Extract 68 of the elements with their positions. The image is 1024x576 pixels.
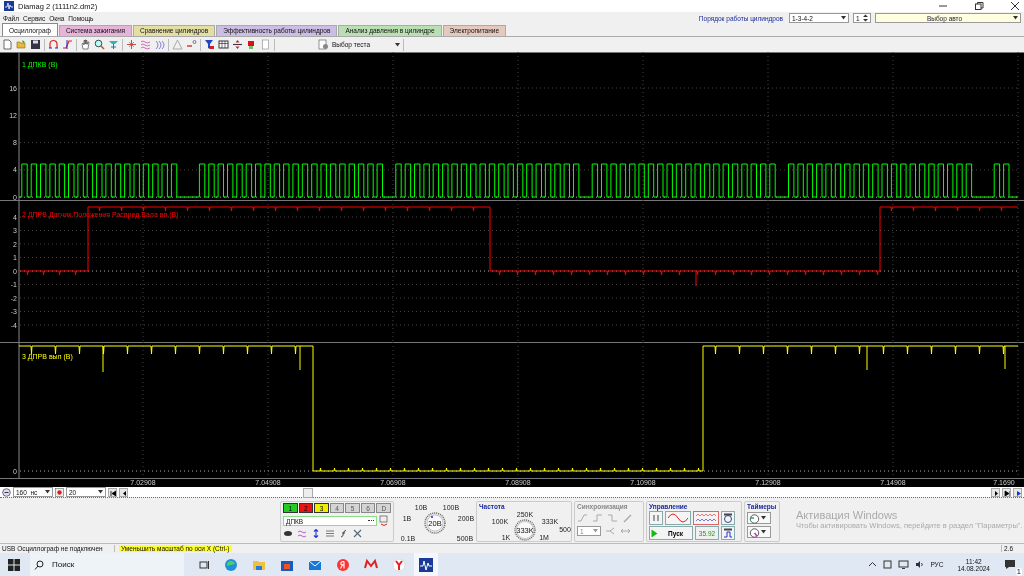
target-icon[interactable]: [55, 487, 64, 497]
caret-icon: [761, 516, 766, 520]
cursor-step-icon[interactable]: [62, 39, 73, 50]
previous-icon[interactable]: [119, 487, 128, 497]
task-view-icon[interactable]: [198, 558, 210, 571]
last-page-icon[interactable]: [1002, 487, 1011, 497]
close-icon[interactable]: [1010, 1, 1020, 11]
loops-icon[interactable]: [154, 39, 165, 50]
zero-line-icon[interactable]: [186, 39, 197, 50]
caret-icon: [395, 42, 400, 47]
table-icon[interactable]: [218, 39, 229, 50]
stopwatch-icon: [749, 512, 760, 524]
divide-icon[interactable]: [232, 39, 243, 50]
play-icon: [651, 528, 658, 538]
network-icon[interactable]: [898, 560, 910, 569]
zoom-icon[interactable]: [94, 39, 105, 50]
stopwatch-icon: [749, 526, 760, 538]
waves-icon[interactable]: [140, 39, 151, 50]
caret-icon: [761, 530, 766, 534]
activation-title: Активация Windows: [796, 509, 899, 521]
probe-icon[interactable]: [379, 515, 389, 527]
search-field[interactable]: Поиск: [30, 553, 184, 576]
lines-icon[interactable]: [325, 529, 335, 538]
tools-icon[interactable]: [353, 529, 363, 538]
caret-icon: [841, 16, 846, 20]
sine-wave-icon: [667, 513, 689, 523]
gauge-icon: [723, 513, 733, 523]
first-page-icon[interactable]: [108, 487, 117, 497]
voltage-dial[interactable]: [424, 512, 446, 534]
step-signal-icon: [723, 528, 733, 538]
browser-icon[interactable]: [224, 557, 238, 572]
eye-icon[interactable]: [283, 529, 293, 538]
frequency-dial[interactable]: [514, 519, 536, 541]
save-icon[interactable]: [30, 39, 41, 50]
function-icon[interactable]: [339, 529, 349, 538]
waves-icon: [695, 513, 717, 523]
sine-button[interactable]: [665, 511, 691, 525]
spinner-arrows-icon: [863, 14, 868, 22]
auto-step-button[interactable]: [721, 526, 735, 540]
restore-icon[interactable]: [974, 1, 984, 11]
caret-icon: [98, 490, 103, 494]
gear-document-icon: [318, 39, 329, 50]
caret-icon: [593, 529, 598, 533]
cursor-arc-icon[interactable]: [48, 39, 59, 50]
notification-icon[interactable]: [1004, 558, 1016, 570]
waveform-app-icon: [419, 557, 433, 572]
windows-icon[interactable]: [8, 558, 20, 571]
taskbar-app-button[interactable]: [414, 553, 438, 576]
timer-button[interactable]: [747, 526, 771, 538]
vertical-arrows-icon[interactable]: [311, 529, 321, 538]
search-icon: [34, 559, 44, 570]
chevron-up-icon[interactable]: [868, 560, 878, 569]
new-document-icon[interactable]: [2, 39, 13, 50]
caret-icon: [45, 490, 50, 494]
zoom-out-icon[interactable]: [2, 487, 11, 497]
next-icon[interactable]: [991, 487, 1000, 497]
pause-icon: [652, 514, 660, 522]
center-arrows-icon[interactable]: [126, 39, 137, 50]
timer-button[interactable]: [747, 512, 771, 524]
auto-button[interactable]: [721, 511, 735, 525]
browser-y-icon[interactable]: [392, 557, 406, 572]
fit-icon[interactable]: [108, 39, 119, 50]
round-app-icon[interactable]: [336, 557, 350, 572]
caret-icon: [1013, 16, 1018, 20]
flag-icon[interactable]: [246, 39, 257, 50]
speaker-icon[interactable]: [915, 560, 925, 569]
play-icon[interactable]: [1013, 487, 1022, 497]
filter-icon[interactable]: [204, 39, 215, 50]
